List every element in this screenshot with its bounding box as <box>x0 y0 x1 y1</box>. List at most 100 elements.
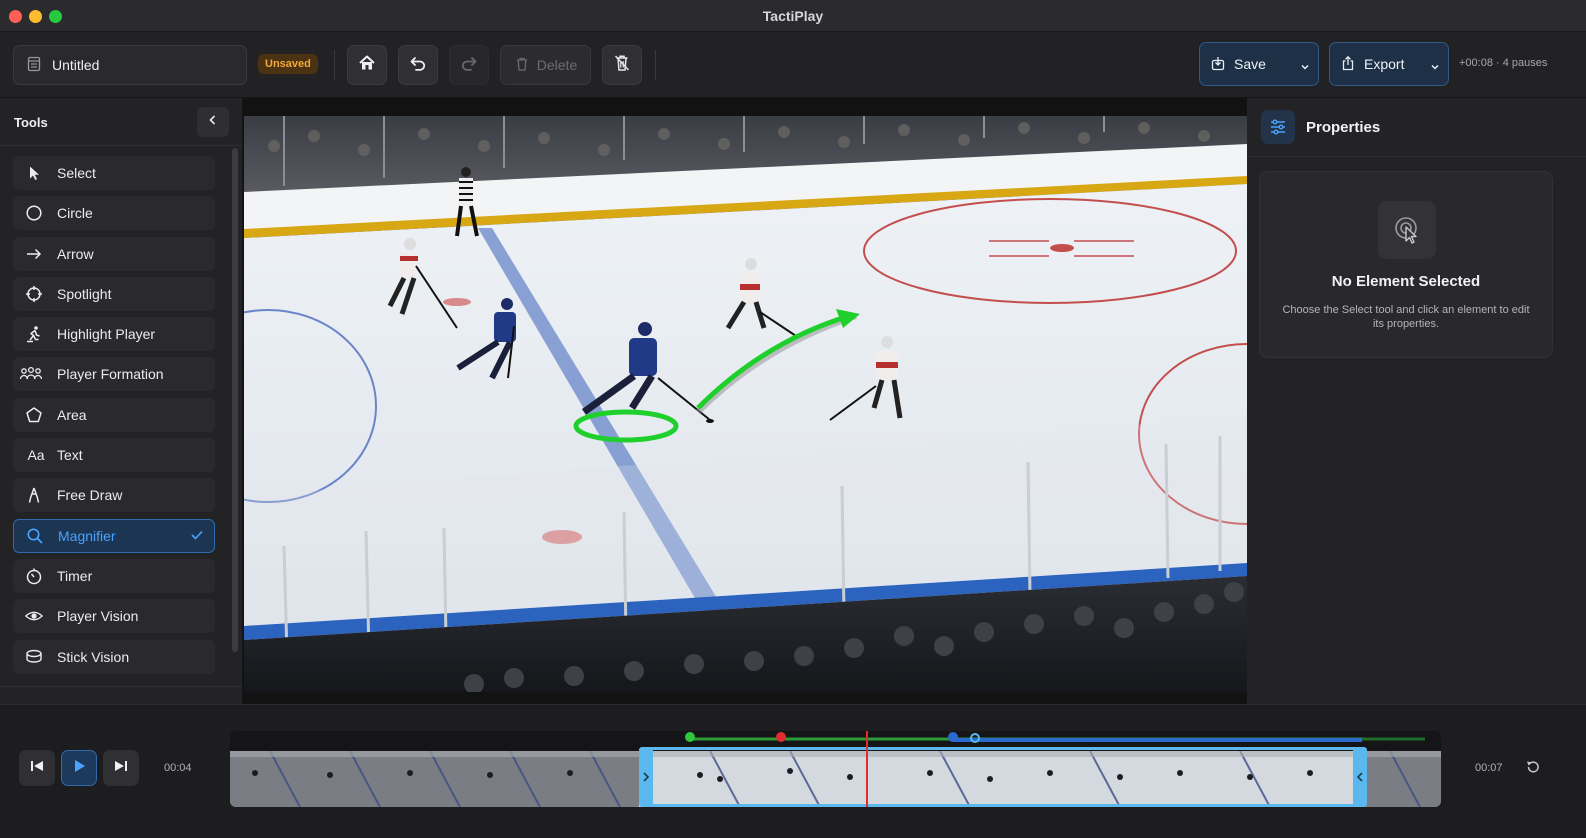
chevron-down-icon[interactable] <box>1430 59 1440 75</box>
export-label: Export <box>1364 56 1405 72</box>
app-title: TactiPlay <box>762 8 824 24</box>
undo-button[interactable] <box>398 45 438 85</box>
text-icon: Aa <box>27 447 45 464</box>
play-button[interactable] <box>61 750 97 786</box>
chevron-left-icon <box>207 113 219 131</box>
tool-label: Free Draw <box>57 487 123 504</box>
properties-title: Properties <box>1306 119 1381 136</box>
checkmark-icon <box>190 528 204 545</box>
tool-spotlight[interactable]: Spotlight <box>13 276 215 311</box>
collapse-sidebar-button[interactable] <box>197 107 229 137</box>
export-button[interactable]: Export <box>1329 42 1449 86</box>
tool-label: Select <box>57 165 96 181</box>
tool-label: Highlight Player <box>57 326 156 343</box>
pen-icon <box>25 486 43 504</box>
home-icon <box>357 53 377 78</box>
tool-label: Circle <box>57 205 93 222</box>
redo-button[interactable] <box>449 45 489 85</box>
tool-free-draw[interactable]: Free Draw <box>13 478 215 513</box>
home-button[interactable] <box>347 45 387 85</box>
main-toolbar: Untitled Unsaved Delete Save Export +00:… <box>0 32 1586 98</box>
empty-state-card: No Element Selected Choose the Select to… <box>1259 171 1553 358</box>
tool-label: Player Formation <box>57 366 164 383</box>
share-icon <box>1340 55 1356 74</box>
empty-state-title: No Element Selected <box>1331 273 1481 290</box>
timeline-stats: +00:08 · 4 pauses <box>1459 57 1548 69</box>
window-titlebar: TactiPlay <box>0 0 1586 32</box>
project-name: Untitled <box>52 57 100 73</box>
timeline-bar: 00:04 00:07 <box>0 704 1586 838</box>
empty-state-description: Choose the Select tool and click an elem… <box>1282 304 1530 330</box>
undo-icon <box>408 53 428 78</box>
video-frame[interactable] <box>244 116 1247 692</box>
delete-button[interactable]: Delete <box>500 45 591 85</box>
selection-start-handle[interactable] <box>639 747 653 807</box>
playhead[interactable] <box>866 731 868 807</box>
magnifier-icon <box>26 527 44 545</box>
tool-player-vision[interactable]: Player Vision <box>13 599 215 634</box>
clear-all-button[interactable] <box>602 45 642 85</box>
toolbar-divider <box>655 50 656 80</box>
save-button[interactable]: Save <box>1199 42 1319 86</box>
tool-label: Text <box>57 447 83 464</box>
toolbar-divider <box>334 50 335 80</box>
save-label: Save <box>1234 56 1266 72</box>
step-back-button[interactable] <box>19 750 55 786</box>
step-back-icon <box>29 758 45 779</box>
selection-end-handle[interactable] <box>1353 747 1367 807</box>
step-forward-button[interactable] <box>103 750 139 786</box>
timeline-track[interactable] <box>230 731 1441 807</box>
chevron-down-icon[interactable] <box>1300 59 1310 75</box>
skater-icon <box>25 325 43 343</box>
trash-icon <box>514 56 530 75</box>
tool-highlight-player[interactable]: Highlight Player <box>13 317 215 352</box>
tool-label: Stick Vision <box>57 648 130 665</box>
tool-list: Select Circle Arrow Spotlight Highlight … <box>13 156 215 680</box>
sidebar-title: Tools <box>14 115 48 130</box>
current-time: 00:04 <box>164 762 192 774</box>
step-forward-icon <box>113 758 129 779</box>
tool-select[interactable]: Select <box>13 156 215 190</box>
trash-clear-icon <box>612 53 632 78</box>
tools-sidebar: Tools Select Circle Arrow Spotlight High… <box>0 98 243 704</box>
delete-label: Delete <box>536 57 578 73</box>
stick-icon <box>25 648 43 666</box>
pentagon-icon <box>25 406 43 424</box>
properties-panel: Properties No Element Selected Choose th… <box>1247 98 1586 704</box>
project-icon <box>26 56 42 75</box>
timer-icon <box>25 567 43 585</box>
tool-circle[interactable]: Circle <box>13 196 215 231</box>
eye-icon <box>25 607 43 625</box>
sidebar-header: Tools <box>0 98 242 146</box>
properties-header: Properties <box>1247 98 1586 157</box>
tool-text[interactable]: Aa Text <box>13 438 215 473</box>
tool-label: Arrow <box>57 245 94 262</box>
save-icon <box>1210 55 1226 74</box>
cursor-icon <box>25 164 43 182</box>
chevron-left-icon <box>1356 772 1363 782</box>
section-divider <box>0 686 242 687</box>
crosshair-icon <box>25 285 43 303</box>
reset-button[interactable] <box>1521 757 1545 781</box>
project-name-field[interactable]: Untitled <box>13 45 247 85</box>
blue-marker[interactable] <box>948 732 958 742</box>
selection-range[interactable] <box>639 747 1362 807</box>
tool-timer[interactable]: Timer <box>13 558 215 593</box>
tap-cursor-icon <box>1378 201 1436 259</box>
green-marker[interactable] <box>685 732 695 742</box>
tool-label: Timer <box>57 567 93 584</box>
tool-player-formation[interactable]: Player Formation <box>13 357 215 392</box>
rotate-ccw-icon <box>1525 759 1541 780</box>
tool-label: Spotlight <box>57 285 112 302</box>
tool-label: Player Vision <box>57 608 139 625</box>
end-time: 00:07 <box>1475 762 1503 774</box>
sidebar-scrollbar[interactable] <box>232 148 238 652</box>
play-icon <box>71 758 87 779</box>
tool-magnifier[interactable]: Magnifier <box>13 518 215 553</box>
tool-stick-vision[interactable]: Stick Vision <box>13 639 215 674</box>
chevron-right-icon <box>643 772 650 782</box>
tool-area[interactable]: Area <box>13 397 215 432</box>
red-marker[interactable] <box>776 732 786 742</box>
unsaved-badge: Unsaved <box>258 54 318 74</box>
tool-arrow[interactable]: Arrow <box>13 236 215 271</box>
